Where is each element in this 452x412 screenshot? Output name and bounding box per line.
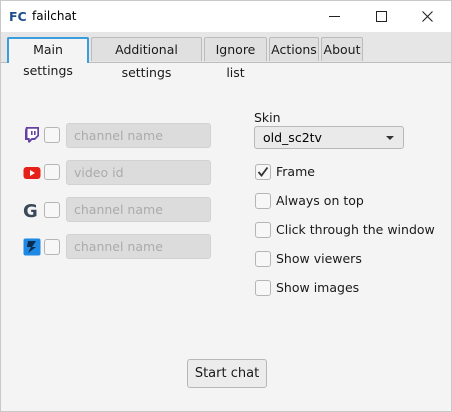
twitch-enable-checkbox[interactable] — [44, 127, 60, 143]
click-through-label: Click through the window — [276, 222, 435, 237]
frame-label: Frame — [276, 164, 315, 179]
app-window: FC failchat Main settings Additional set… — [0, 0, 452, 412]
show-viewers-checkbox[interactable] — [255, 251, 271, 267]
peka2tv-icon — [23, 238, 41, 256]
tab-additional-settings[interactable]: Additional settings — [91, 37, 202, 80]
skin-selected-value: old_sc2tv — [263, 130, 322, 145]
goodgame-icon: G — [23, 201, 38, 219]
tab-ignore-list[interactable]: Ignore list — [204, 37, 267, 80]
minimize-icon — [329, 16, 340, 17]
checkmark-icon — [257, 166, 269, 177]
frame-checkbox[interactable] — [255, 164, 271, 180]
chevron-down-icon — [386, 136, 394, 140]
title-bar[interactable]: FC failchat — [1, 1, 451, 32]
always-on-top-checkbox[interactable] — [255, 193, 271, 209]
tab-bar: Main settings Additional settings Ignore… — [1, 32, 451, 80]
youtube-enable-checkbox[interactable] — [44, 164, 60, 180]
peka2tv-channel-input[interactable]: channel name — [66, 234, 211, 259]
goodgame-enable-checkbox[interactable] — [44, 202, 60, 218]
failchat-logo-icon: FC — [9, 9, 27, 24]
close-icon — [422, 11, 433, 22]
svg-text:G: G — [23, 201, 38, 219]
skin-select[interactable]: old_sc2tv — [254, 126, 404, 149]
skin-label: Skin — [254, 110, 281, 125]
svg-text:FC: FC — [9, 9, 27, 24]
click-through-checkbox[interactable] — [255, 222, 271, 238]
twitch-channel-input[interactable]: channel name — [66, 123, 211, 148]
goodgame-channel-input[interactable]: channel name — [66, 197, 211, 222]
minimize-button[interactable] — [312, 1, 358, 32]
maximize-button[interactable] — [359, 1, 405, 32]
twitch-icon — [25, 127, 39, 143]
tab-about[interactable]: About — [321, 37, 363, 61]
tab-main-settings[interactable]: Main settings — [7, 37, 89, 78]
start-chat-button[interactable]: Start chat — [187, 359, 267, 388]
youtube-icon — [23, 167, 41, 179]
show-images-checkbox[interactable] — [255, 280, 271, 296]
show-images-label: Show images — [276, 280, 360, 295]
show-viewers-label: Show viewers — [276, 251, 362, 266]
close-button[interactable] — [405, 1, 451, 32]
tab-actions[interactable]: Actions — [269, 37, 319, 61]
youtube-video-input[interactable]: video id — [66, 160, 211, 185]
maximize-icon — [376, 11, 387, 22]
peka2tv-enable-checkbox[interactable] — [44, 239, 60, 255]
always-on-top-label: Always on top — [276, 193, 364, 208]
window-title: failchat — [32, 9, 77, 23]
